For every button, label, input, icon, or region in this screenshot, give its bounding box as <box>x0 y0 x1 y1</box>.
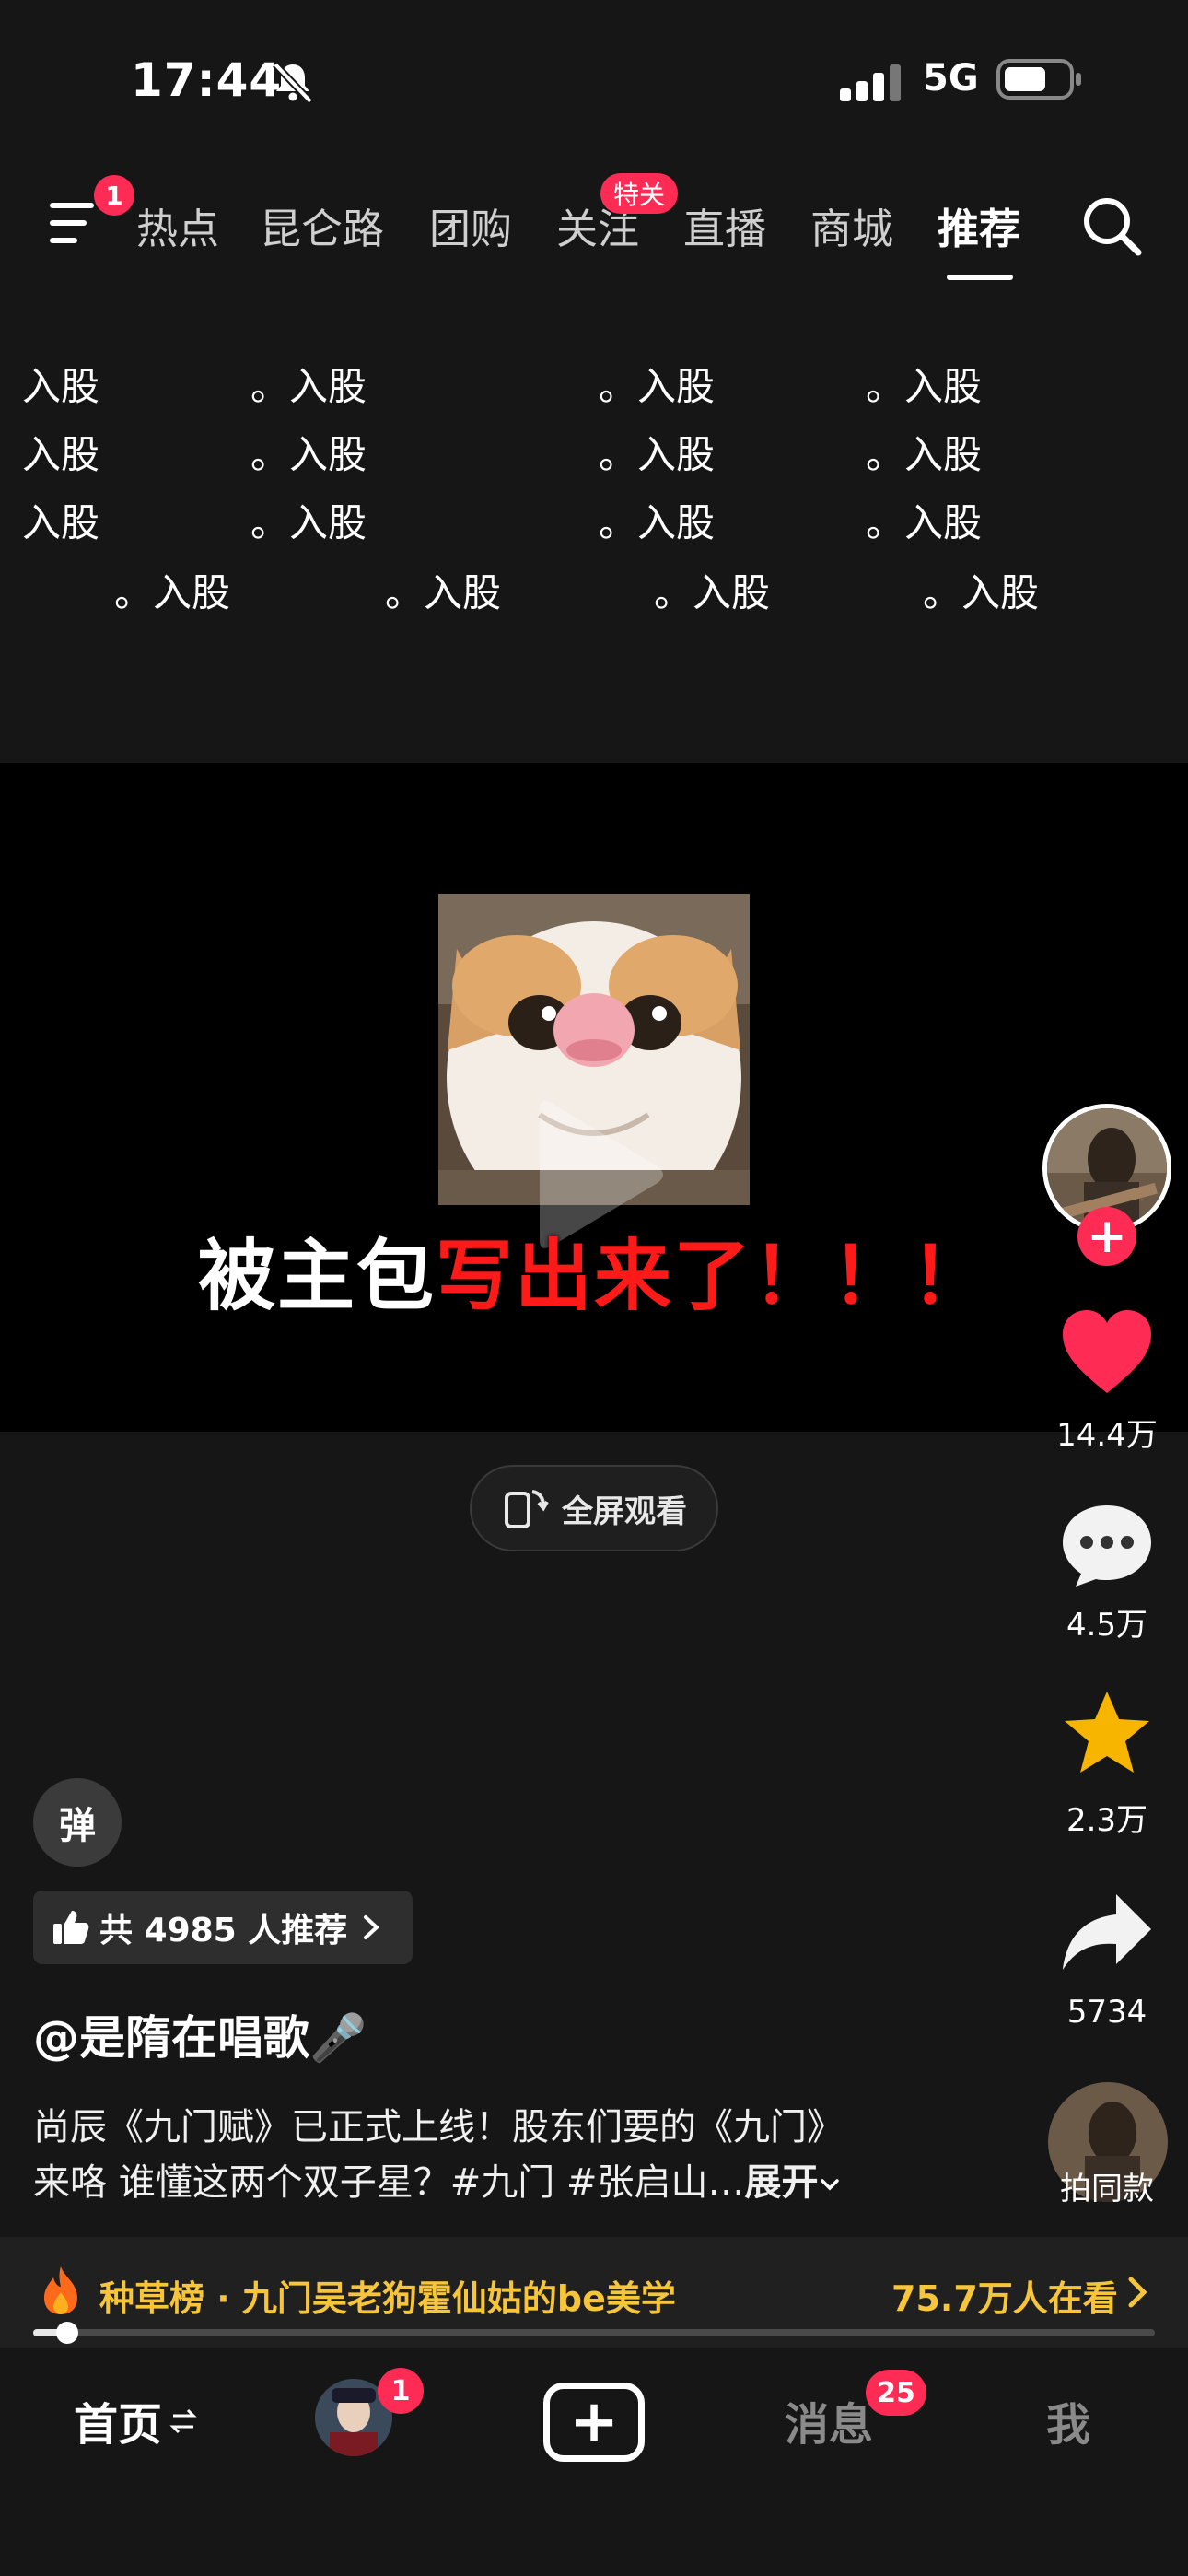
signal-icon <box>840 64 901 101</box>
ranking-chevron-icon <box>1128 2277 1147 2308</box>
favorite-star-icon[interactable] <box>1059 1688 1155 1776</box>
danmaku-item: 。入股 <box>250 500 367 545</box>
active-tab-indicator <box>947 275 1013 280</box>
share-arrow-icon[interactable] <box>1059 1891 1155 1979</box>
tab-hot[interactable]: 热点 <box>136 195 219 255</box>
shoot-same-label[interactable]: 拍同款 <box>1022 2163 1188 2208</box>
expand-link[interactable]: 展开 <box>744 2161 818 2204</box>
rotate-phone-icon <box>505 1490 549 1528</box>
progress-track[interactable] <box>33 2329 1155 2336</box>
create-button[interactable]: + <box>543 2383 645 2462</box>
danmaku-item: 。入股 <box>866 432 983 477</box>
nav-home[interactable]: 首页 <box>74 2388 162 2453</box>
danmaku-item: 入股 <box>22 364 100 409</box>
danmaku-item: 。入股 <box>599 500 716 545</box>
like-count: 14.4万 <box>1056 1417 1158 1454</box>
recommend-text: 共 4985 人推荐 <box>99 1912 348 1950</box>
chevron-down-icon <box>821 2179 840 2191</box>
follow-button[interactable]: + <box>1077 1207 1136 1266</box>
comment-count: 4.5万 <box>1066 1607 1148 1644</box>
danmaku-item: 。入股 <box>866 364 983 409</box>
menu-icon[interactable] <box>48 197 103 249</box>
fullscreen-button[interactable]: 全屏观看 <box>470 1465 718 1551</box>
description-line-1: 尚辰《九门赋》已正式上线！股东们要的《九门》 <box>33 2106 844 2149</box>
tab-live[interactable]: 直播 <box>683 195 766 255</box>
danmaku-item: 。入股 <box>923 570 1040 615</box>
fire-icon <box>44 2266 77 2314</box>
danmaku-toggle-button[interactable]: 弹 <box>33 1778 122 1867</box>
danmaku-item: 。入股 <box>599 432 716 477</box>
danmaku-item: 。入股 <box>114 570 231 615</box>
friends-badge: 1 <box>378 2368 424 2414</box>
nav-me[interactable]: 我 <box>1046 2388 1090 2453</box>
tab-kunlun-road[interactable]: 昆仑路 <box>260 195 384 255</box>
author-name[interactable]: @是隋在唱歌🎤 <box>33 2001 367 2067</box>
tab-recommend[interactable]: 推荐 <box>938 195 1020 255</box>
like-heart-icon[interactable] <box>1059 1308 1155 1397</box>
chevron-right-icon <box>364 1915 380 1939</box>
tab-mall[interactable]: 商城 <box>810 195 893 255</box>
fullscreen-label: 全屏观看 <box>562 1493 687 1530</box>
description-text: 来咯 谁懂这两个双子星？#九门 #张启山… <box>33 2161 745 2204</box>
danmaku-item: 。入股 <box>866 500 983 545</box>
danmaku-item: 。入股 <box>654 570 771 615</box>
swap-arrows-icon <box>169 2408 197 2434</box>
danmaku-item: 。入股 <box>250 364 367 409</box>
battery-icon <box>996 59 1081 100</box>
danmaku-item: 。入股 <box>385 570 502 615</box>
ranking-viewers: 75.7万人在看 <box>891 2278 1118 2319</box>
tab-group-buy[interactable]: 团购 <box>429 195 512 255</box>
network-type: 5G <box>923 57 979 100</box>
mute-bell-icon <box>273 62 313 104</box>
ranking-title: 种草榜 · 九门吴老狗霍仙姑的be美学 <box>99 2278 676 2319</box>
caption-white: 被主包 <box>197 1231 436 1321</box>
danmaku-item: 。入股 <box>599 364 716 409</box>
status-time: 17:44 <box>131 53 283 107</box>
favorite-count: 2.3万 <box>1066 1802 1148 1839</box>
special-follow-badge: 特关 <box>600 173 678 214</box>
thumbs-up-icon <box>53 1911 89 1944</box>
caption-red: 写出来了！！！ <box>436 1231 991 1321</box>
danmaku-item: 入股 <box>22 432 100 477</box>
recommend-box[interactable]: 共 4985 人推荐 <box>33 1891 413 1964</box>
progress-knob[interactable] <box>56 2322 78 2344</box>
search-icon[interactable] <box>1079 193 1144 258</box>
description-line-2: 来咯 谁懂这两个双子星？#九门 #张启山…展开 <box>33 2152 1009 2206</box>
nav-messages[interactable]: 消息 <box>785 2388 873 2453</box>
video-caption: 被主包写出来了！！！ <box>0 1214 1188 1326</box>
share-count: 5734 <box>1066 1994 1147 2031</box>
danmaku-item: 入股 <box>22 500 100 545</box>
menu-badge: 1 <box>94 175 134 216</box>
comment-icon[interactable] <box>1059 1500 1155 1588</box>
danmaku-item: 。入股 <box>250 432 367 477</box>
messages-badge: 25 <box>866 2370 926 2416</box>
